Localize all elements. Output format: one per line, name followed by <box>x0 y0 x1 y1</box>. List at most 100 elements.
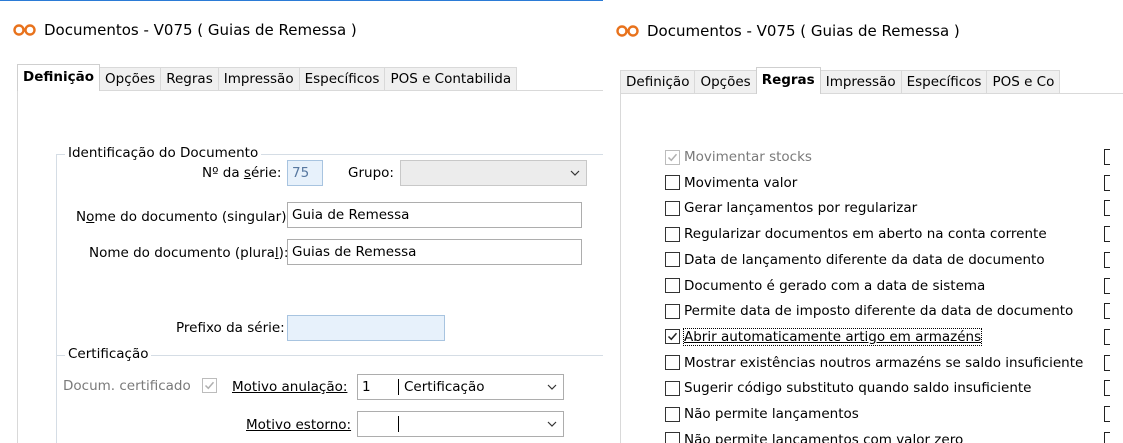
rule-label: Regularizar documentos em aberto na cont… <box>684 226 1047 243</box>
plural-name-input[interactable]: Guias de Remessa <box>287 239 582 265</box>
rule-label: Não permite lançamentos com valor zero <box>684 431 964 443</box>
chevron-down-icon <box>547 421 557 427</box>
rule-row[interactable]: Abrir automaticamente artigo em armazéns <box>665 326 983 348</box>
left-window: Documentos - V075 ( Guias de Remessa ) D… <box>0 0 603 443</box>
rule-label: Movimenta valor <box>684 174 798 191</box>
rule-checkbox[interactable] <box>665 380 680 396</box>
clipped-column-edge <box>1104 328 1110 345</box>
rule-row[interactable]: Não permite lançamentos <box>665 403 859 425</box>
singular-name-input[interactable]: Guia de Remessa <box>287 202 582 228</box>
rule-label: Mostrar existências noutros armazéns se … <box>684 354 1084 371</box>
clipped-column-edge <box>1104 226 1110 243</box>
rule-checkbox[interactable] <box>665 329 680 345</box>
certification-legend: Certificação <box>65 346 152 362</box>
clipped-column-edge <box>1104 431 1110 443</box>
rule-row[interactable]: Data de lançamento diferente da data de … <box>665 249 1045 271</box>
tab-panel-definicao: Identificação do Documento Nº da série: … <box>17 91 603 443</box>
chevron-down-icon <box>547 384 557 390</box>
rule-checkbox[interactable] <box>665 149 680 165</box>
tab-especificos[interactable]: Específicos <box>900 70 988 93</box>
infinity-logo-icon <box>13 24 36 36</box>
checkmark-icon <box>667 333 678 341</box>
rule-checkbox[interactable] <box>665 226 680 242</box>
tab-impressao[interactable]: Impressão <box>217 67 300 90</box>
window-title: Documentos - V075 ( Guias de Remessa ) <box>44 21 357 39</box>
tab-definicao[interactable]: Definição <box>17 64 100 91</box>
title-bar: Documentos - V075 ( Guias de Remessa ) <box>608 0 1123 62</box>
motivo-anulacao-combo[interactable]: 1 Certificação <box>357 374 564 400</box>
clipped-column-edge <box>1104 354 1110 371</box>
rule-row[interactable]: Documento é gerado com a data de sistema <box>665 275 985 297</box>
checkmark-icon <box>667 153 678 161</box>
tab-impressao[interactable]: Impressão <box>819 70 902 93</box>
singular-label: Nome do documento (singular): <box>76 209 292 225</box>
rule-checkbox[interactable] <box>665 278 680 293</box>
prefix-label: Prefixo da série: <box>176 320 285 336</box>
serie-label: Nº da série: <box>202 165 282 181</box>
grupo-select[interactable] <box>400 160 587 186</box>
motivo-anulacao-label: Motivo anulação: <box>232 379 348 395</box>
rule-checkbox[interactable] <box>665 406 680 422</box>
clipped-column-edge <box>1104 277 1110 294</box>
clipped-column-edge <box>1104 174 1110 191</box>
rule-label: Permite data de imposto diferente da dat… <box>684 303 1074 320</box>
prefix-input[interactable] <box>287 315 445 341</box>
serie-input[interactable]: 75 <box>287 160 323 186</box>
rule-checkbox[interactable] <box>665 303 680 319</box>
rule-label: Movimentar stocks <box>684 149 812 165</box>
docum-certificado-checkbox[interactable] <box>202 378 217 393</box>
combo-separator <box>398 379 399 395</box>
rule-label: Abrir automaticamente artigo em armazéns <box>682 327 983 346</box>
title-bar: Documentos - V075 ( Guias de Remessa ) <box>0 1 603 59</box>
identification-legend: Identificação do Documento <box>65 145 262 161</box>
tab-opcoes[interactable]: Opções <box>99 67 162 90</box>
rule-row[interactable]: Sugerir código substituto quando saldo i… <box>665 377 1031 399</box>
chevron-down-icon <box>570 170 580 176</box>
checkmark-icon <box>204 381 215 390</box>
plural-label: Nome do documento (plural): <box>89 245 289 261</box>
tab-strip: Definição Opções Regras Impressão Especí… <box>17 64 603 91</box>
clipped-column-edge <box>1104 200 1110 217</box>
clipped-column-edge <box>1104 303 1110 320</box>
grupo-label: Grupo: <box>348 165 394 181</box>
motivo-estorno-combo[interactable] <box>357 411 564 437</box>
motivo-anulacao-text: Certificação <box>404 379 485 395</box>
motivo-anulacao-code: 1 <box>362 379 371 395</box>
rule-checkbox[interactable] <box>665 175 680 191</box>
rule-row[interactable]: Regularizar documentos em aberto na cont… <box>665 223 1047 245</box>
motivo-estorno-label: Motivo estorno: <box>246 417 352 433</box>
rule-checkbox[interactable] <box>665 200 680 216</box>
tab-strip: Definição Opções Regras Impressão Especí… <box>620 67 1123 94</box>
rule-label: Sugerir código substituto quando saldo i… <box>684 380 1032 397</box>
tab-panel-regras: Movimentar stocks Movimenta valor Gerar la… <box>620 94 1123 443</box>
rule-row[interactable]: Permite data de imposto diferente da dat… <box>665 300 1073 322</box>
rule-row[interactable]: Movimenta valor <box>665 172 797 194</box>
rule-row[interactable]: Não permite lançamentos com valor zero <box>665 429 963 443</box>
rule-checkbox[interactable] <box>665 355 680 371</box>
tab-definicao[interactable]: Definição <box>620 70 696 93</box>
tab-regras[interactable]: Regras <box>755 67 821 94</box>
right-window: Documentos - V075 ( Guias de Remessa ) D… <box>608 0 1123 443</box>
clipped-column-edge <box>1104 251 1110 268</box>
rule-label: Gerar lançamentos por regularizar <box>684 200 918 217</box>
rule-row[interactable]: Gerar lançamentos por regularizar <box>665 197 917 219</box>
rule-row[interactable]: Movimentar stocks <box>665 146 812 168</box>
rule-checkbox[interactable] <box>665 252 680 268</box>
clipped-column-edge <box>1104 149 1110 165</box>
rule-label: Data de lançamento diferente da data de … <box>684 251 1045 268</box>
tab-regras[interactable]: Regras <box>160 67 219 90</box>
tab-pos-contabilidade[interactable]: POS e Contabilida <box>384 67 518 90</box>
tab-opcoes[interactable]: Opções <box>694 70 757 93</box>
combo-separator <box>398 416 399 432</box>
clipped-column-edge <box>1104 380 1110 397</box>
infinity-logo-icon <box>616 25 639 37</box>
tab-pos-contabilidade[interactable]: POS e Co <box>986 70 1061 93</box>
rule-label: Não permite lançamentos <box>684 406 859 422</box>
rule-checkbox[interactable] <box>665 432 680 443</box>
docum-certificado-label: Docum. certificado <box>63 378 191 394</box>
window-title: Documentos - V075 ( Guias de Remessa ) <box>647 22 960 40</box>
rule-row[interactable]: Mostrar existências noutros armazéns se … <box>665 352 1083 374</box>
rule-label: Documento é gerado com a data de sistema <box>684 277 986 294</box>
clipped-column-edge <box>1104 406 1110 422</box>
tab-especificos[interactable]: Específicos <box>298 67 386 90</box>
